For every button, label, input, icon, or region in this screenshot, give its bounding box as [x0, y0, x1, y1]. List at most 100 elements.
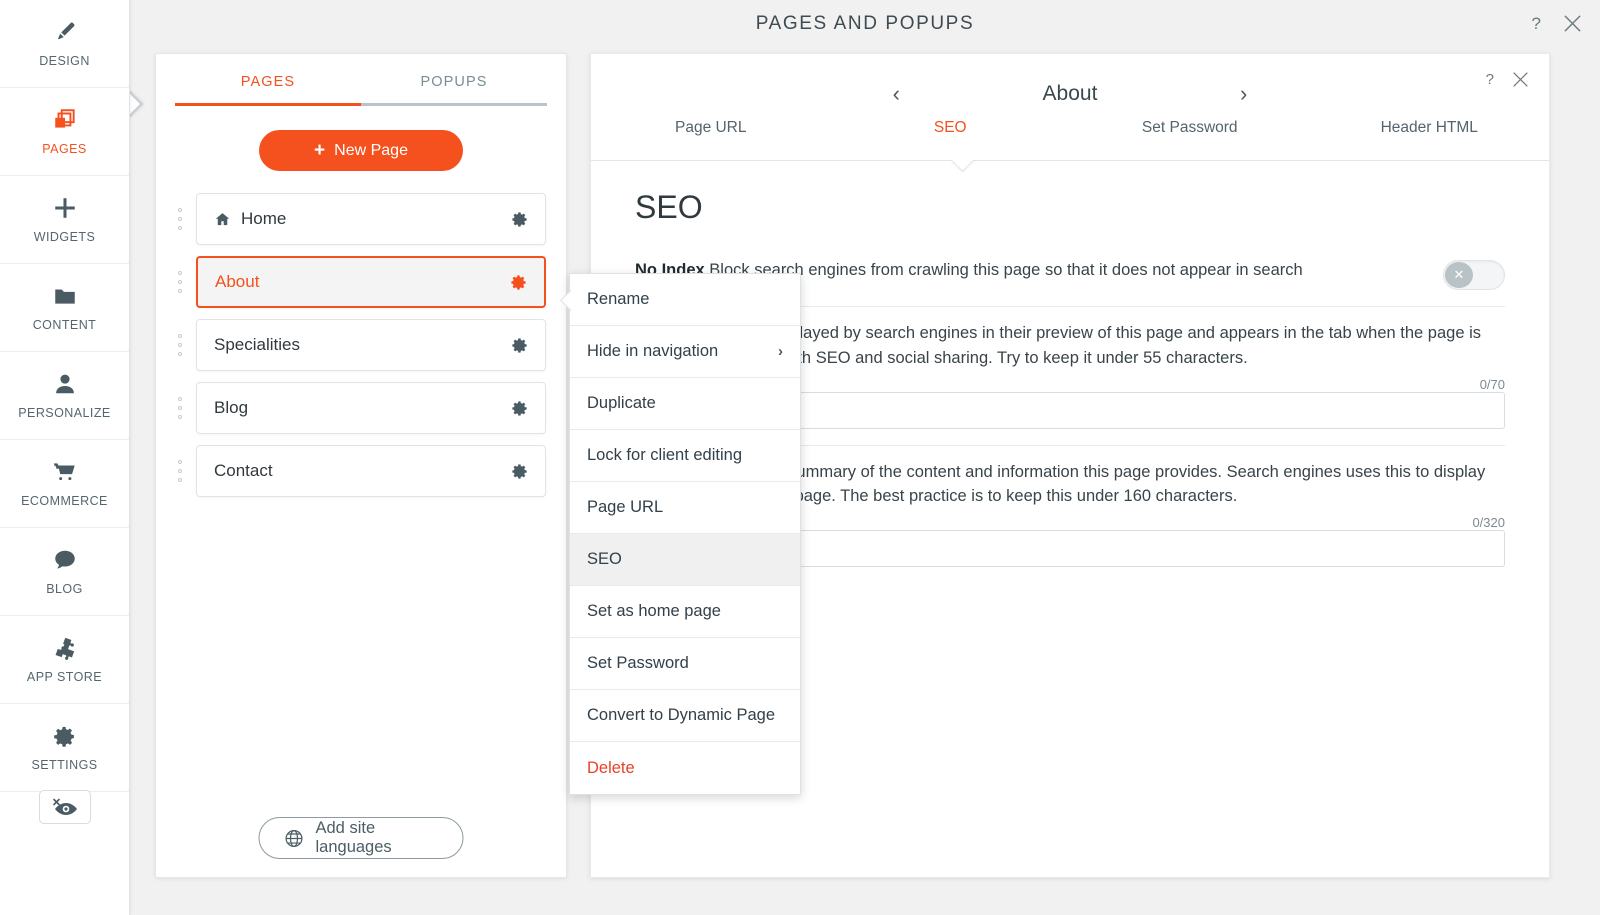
sidebar-item-app-store[interactable]: APP STORE — [0, 616, 129, 704]
context-menu-arrow — [559, 288, 571, 312]
gear-icon[interactable] — [510, 462, 529, 481]
page-card-label: Home — [241, 209, 510, 229]
sidebar-item-label: SETTINGS — [31, 758, 97, 772]
tab-pages[interactable]: PAGES — [175, 74, 361, 106]
drag-handle-icon[interactable] — [178, 397, 182, 419]
page-card-blog[interactable]: Blog — [196, 382, 546, 434]
gear-icon[interactable] — [509, 273, 528, 292]
drag-handle-icon[interactable] — [178, 334, 182, 356]
list-item: Specialities — [176, 319, 546, 371]
gear-icon[interactable] — [510, 336, 529, 355]
folder-icon — [52, 283, 78, 309]
menu-item-label: Duplicate — [587, 394, 656, 413]
menu-item-lock-for-client-editing[interactable]: Lock for client editing — [570, 430, 800, 482]
tab-page-url[interactable]: Page URL — [591, 119, 831, 137]
drag-handle-icon[interactable] — [178, 271, 182, 293]
home-icon — [214, 211, 231, 228]
list-item: About — [176, 256, 546, 308]
sidebar-active-pointer — [129, 90, 143, 118]
pages-panel-tabs: PAGES POPUPS — [175, 74, 547, 106]
tab-popups[interactable]: POPUPS — [361, 74, 547, 106]
menu-item-page-url[interactable]: Page URL — [570, 482, 800, 534]
app-root: DESIGN PAGES WIDGETS CONTENT — [0, 0, 1600, 915]
page-card-label: Contact — [214, 461, 510, 481]
page-card-label: Blog — [214, 398, 510, 418]
seo-heading: SEO — [635, 189, 1505, 226]
sidebar-item-blog[interactable]: BLOG — [0, 528, 129, 616]
gear-icon[interactable] — [510, 210, 529, 229]
menu-item-label: SEO — [587, 550, 622, 569]
menu-item-label: Delete — [587, 759, 635, 778]
tab-seo[interactable]: SEO — [831, 119, 1071, 137]
next-page-button[interactable]: › — [1240, 83, 1247, 105]
menu-item-convert-to-dynamic-page[interactable]: Convert to Dynamic Page — [570, 690, 800, 742]
menu-item-duplicate[interactable]: Duplicate — [570, 378, 800, 430]
cart-icon — [52, 459, 78, 485]
sidebar-item-label: PAGES — [42, 142, 86, 156]
window-actions: ? — [1532, 14, 1582, 34]
menu-item-set-password[interactable]: Set Password — [570, 638, 800, 690]
sidebar-item-label: APP STORE — [27, 670, 102, 684]
prev-page-button[interactable]: ‹ — [893, 83, 900, 105]
globe-icon — [284, 828, 305, 849]
page-card-label: About — [215, 272, 509, 292]
list-item: Blog — [176, 382, 546, 434]
seo-tabs: Page URL SEO Set Password Header HTML — [591, 119, 1549, 137]
sidebar-item-widgets[interactable]: WIDGETS — [0, 176, 129, 264]
page-card-specialities[interactable]: Specialities — [196, 319, 546, 371]
plus-icon: + — [314, 141, 325, 160]
list-item: Home — [176, 193, 546, 245]
menu-item-set-as-home-page[interactable]: Set as home page — [570, 586, 800, 638]
page-context-menu: Rename Hide in navigation › Duplicate Lo… — [569, 273, 801, 795]
no-index-toggle[interactable]: ✕ — [1443, 260, 1505, 290]
sidebar-item-settings[interactable]: SETTINGS — [0, 704, 129, 792]
sidebar-item-label: CONTENT — [33, 318, 97, 332]
page-card-about[interactable]: About — [196, 256, 546, 308]
tab-header-html[interactable]: Header HTML — [1310, 119, 1550, 137]
close-icon[interactable] — [1512, 71, 1529, 88]
pages-panel: PAGES POPUPS + New Page Home — [155, 53, 567, 878]
window-title-bar: PAGES AND POPUPS ? — [130, 0, 1600, 47]
menu-item-hide-in-navigation[interactable]: Hide in navigation › — [570, 326, 800, 378]
page-card-label: Specialities — [214, 335, 510, 355]
menu-item-label: Set Password — [587, 654, 689, 673]
new-page-button[interactable]: + New Page — [259, 130, 463, 171]
gear-icon[interactable] — [510, 399, 529, 418]
add-site-languages-label: Add site languages — [316, 819, 439, 857]
sidebar-item-content[interactable]: CONTENT — [0, 264, 129, 352]
sidebar-item-pages[interactable]: PAGES — [0, 88, 129, 176]
seo-page-navigator: ‹ About › — [591, 54, 1549, 106]
menu-item-label: Hide in navigation — [587, 342, 718, 361]
sidebar-item-personalize[interactable]: PERSONALIZE — [0, 352, 129, 440]
menu-item-seo[interactable]: SEO — [570, 534, 800, 586]
help-button[interactable]: ? — [1486, 71, 1494, 88]
menu-item-delete[interactable]: Delete — [570, 742, 800, 794]
page-card-contact[interactable]: Contact — [196, 445, 546, 497]
seo-panel-header: ? ‹ About › Page URL SEO Set Password He… — [591, 54, 1549, 161]
close-icon[interactable] — [1563, 14, 1582, 33]
eye-off-icon[interactable] — [39, 790, 91, 824]
add-site-languages-button[interactable]: Add site languages — [259, 817, 464, 859]
puzzle-icon — [52, 635, 78, 661]
chevron-right-icon: › — [778, 343, 783, 360]
person-icon — [52, 371, 78, 397]
preview-toggle-wrapper — [0, 790, 130, 824]
brush-icon — [52, 19, 78, 45]
drag-handle-icon[interactable] — [178, 208, 182, 230]
drag-handle-icon[interactable] — [178, 460, 182, 482]
seo-panel-actions: ? — [1486, 71, 1529, 88]
toggle-knob: ✕ — [1445, 262, 1473, 288]
menu-item-rename[interactable]: Rename — [570, 274, 800, 326]
sidebar-item-design[interactable]: DESIGN — [0, 0, 129, 88]
sidebar-item-label: DESIGN — [39, 54, 90, 68]
new-page-button-label: New Page — [334, 142, 408, 160]
active-tab-caret — [951, 160, 975, 173]
help-button[interactable]: ? — [1532, 14, 1541, 34]
sidebar-item-label: PERSONALIZE — [18, 406, 110, 420]
sidebar-item-ecommerce[interactable]: ECOMMERCE — [0, 440, 129, 528]
page-card-home[interactable]: Home — [196, 193, 546, 245]
list-item: Contact — [176, 445, 546, 497]
tab-set-password[interactable]: Set Password — [1070, 119, 1310, 137]
menu-item-label: Set as home page — [587, 602, 721, 621]
gear-icon — [52, 724, 77, 749]
